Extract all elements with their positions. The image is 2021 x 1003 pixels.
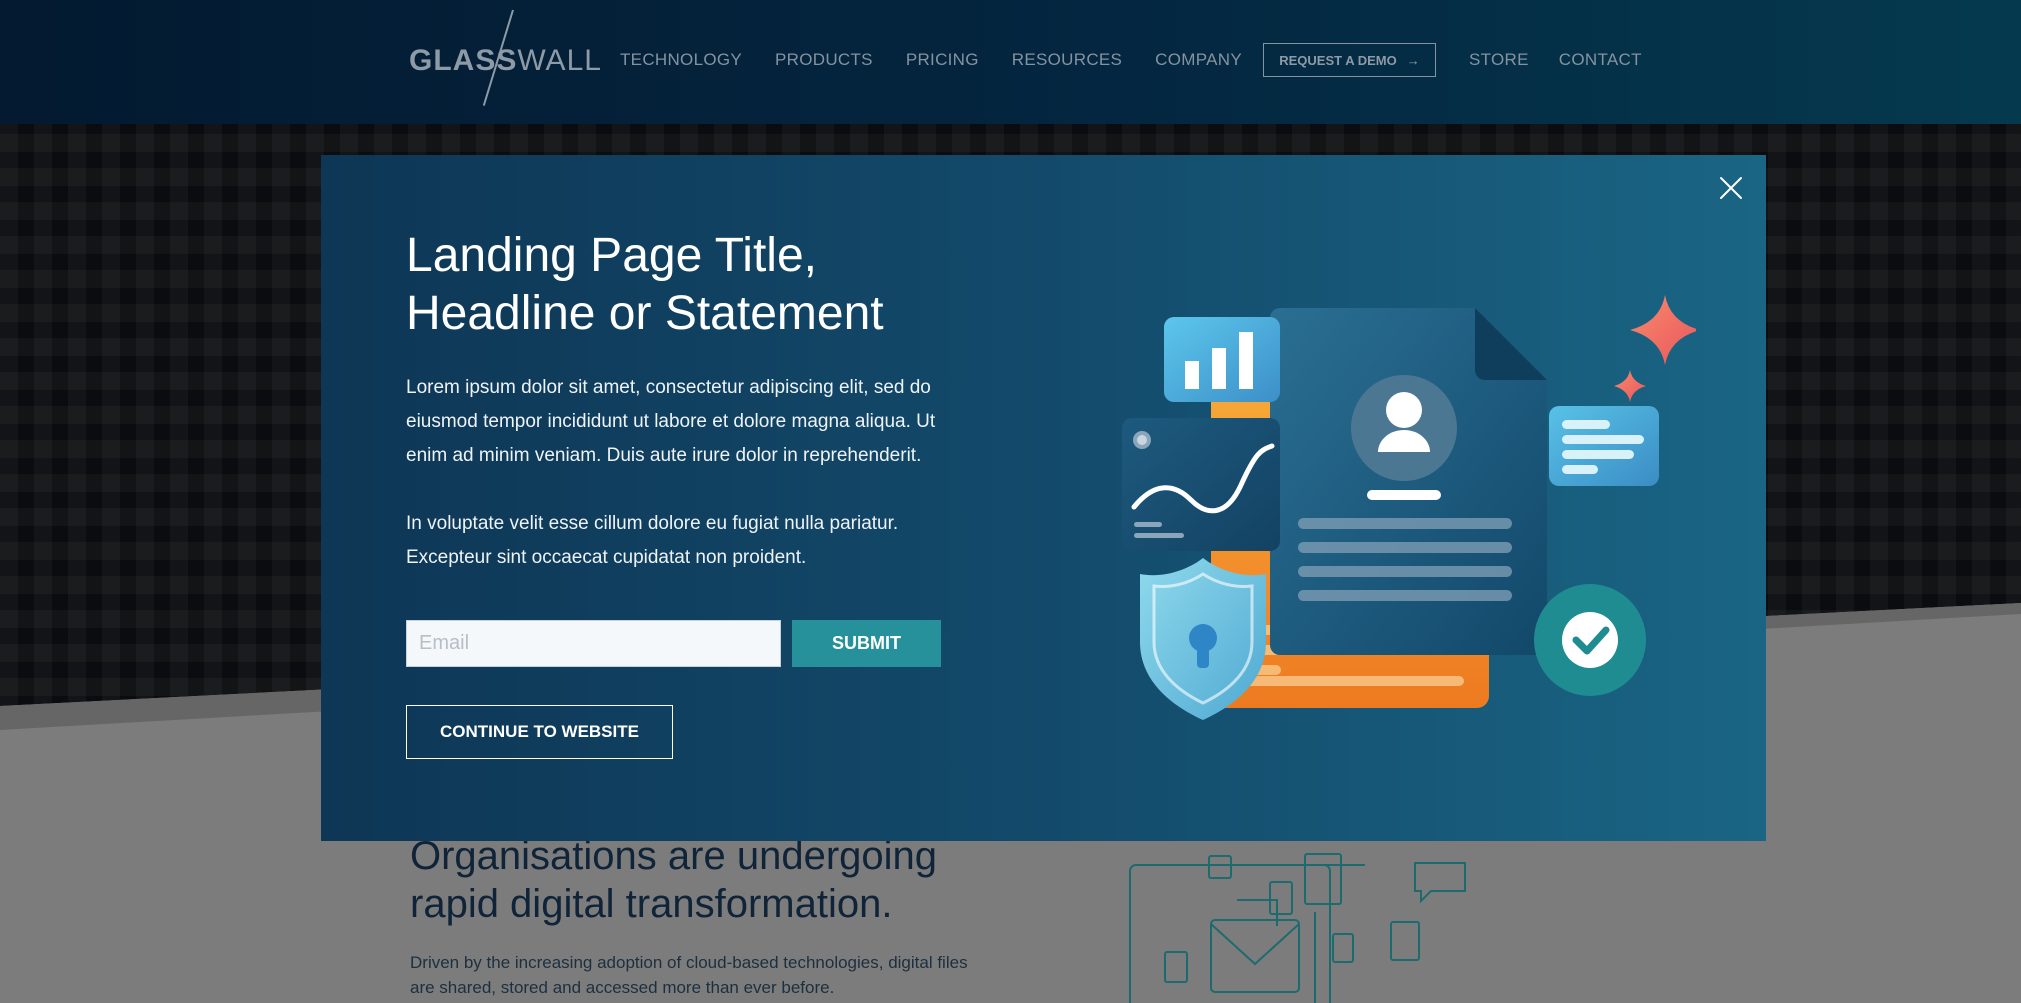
modal-title: Landing Page Title, Headline or Statemen… — [406, 227, 966, 343]
modal-title-line2: Headline or Statement — [406, 287, 884, 340]
nav-store[interactable]: STORE — [1469, 50, 1529, 70]
nav-pricing[interactable]: PRICING — [906, 50, 979, 70]
nav-technology[interactable]: TECHNOLOGY — [620, 50, 742, 70]
logo-text-thin: WALL — [517, 44, 602, 77]
request-demo-button[interactable]: REQUEST A DEMO → — [1263, 43, 1436, 77]
nav-contact[interactable]: CONTACT — [1559, 50, 1642, 70]
continue-to-website-button[interactable]: CONTINUE TO WEBSITE — [406, 705, 673, 759]
main-menu: TECHNOLOGY PRODUCTS PRICING RESOURCES CO… — [620, 50, 1242, 70]
submit-button[interactable]: SUBMIT — [792, 620, 941, 667]
top-navigation: GLASSWALL TECHNOLOGY PRODUCTS PRICING RE… — [0, 0, 2021, 124]
document-security-illustration — [1122, 295, 1696, 720]
modal-paragraph-1: Lorem ipsum dolor sit amet, consectetur … — [406, 377, 936, 466]
section-body: Driven by the increasing adoption of clo… — [410, 953, 968, 997]
sparkle-star-small-icon — [1614, 370, 1646, 402]
nav-resources[interactable]: RESOURCES — [1012, 50, 1122, 70]
section-heading: Organisations are undergoing rapid digit… — [410, 834, 938, 926]
message-card — [1549, 406, 1659, 486]
nav-products[interactable]: PRODUCTS — [775, 50, 873, 70]
arrow-right-icon: → — [1406, 52, 1420, 68]
request-demo-label: REQUEST A DEMO — [1279, 52, 1397, 68]
email-field[interactable] — [406, 620, 781, 667]
landing-modal: Landing Page Title, Headline or Statemen… — [321, 155, 1766, 841]
secondary-menu: STORE CONTACT — [1469, 50, 1642, 70]
glasswall-logo[interactable]: GLASSWALL — [409, 44, 602, 78]
sparkle-star-large-icon — [1630, 295, 1696, 365]
envelope-devices-illustration — [1129, 853, 1466, 1003]
modal-title-line1: Landing Page Title, — [406, 229, 817, 282]
close-icon[interactable] — [1717, 174, 1745, 202]
modal-paragraph-2: In voluptate velit esse cillum dolore eu… — [406, 513, 899, 568]
nav-company[interactable]: COMPANY — [1155, 50, 1242, 70]
